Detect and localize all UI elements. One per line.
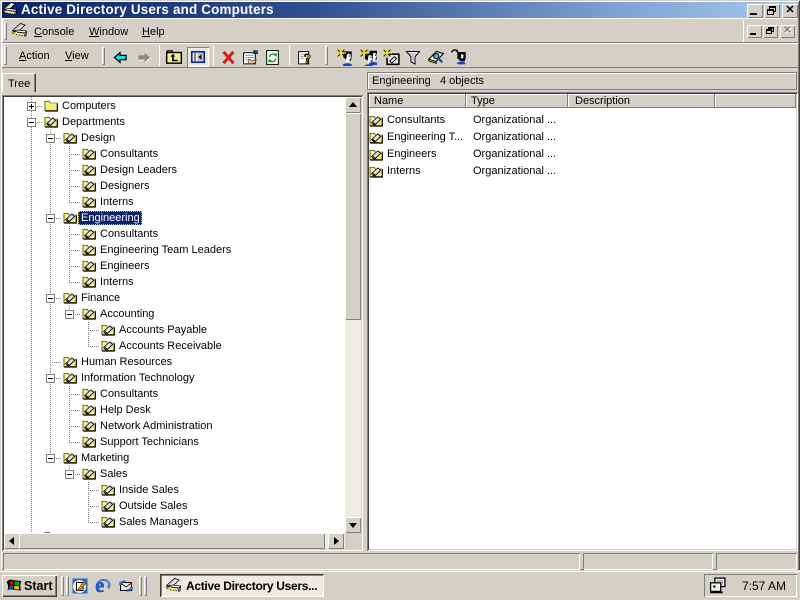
- svg-text:?: ?: [304, 51, 311, 66]
